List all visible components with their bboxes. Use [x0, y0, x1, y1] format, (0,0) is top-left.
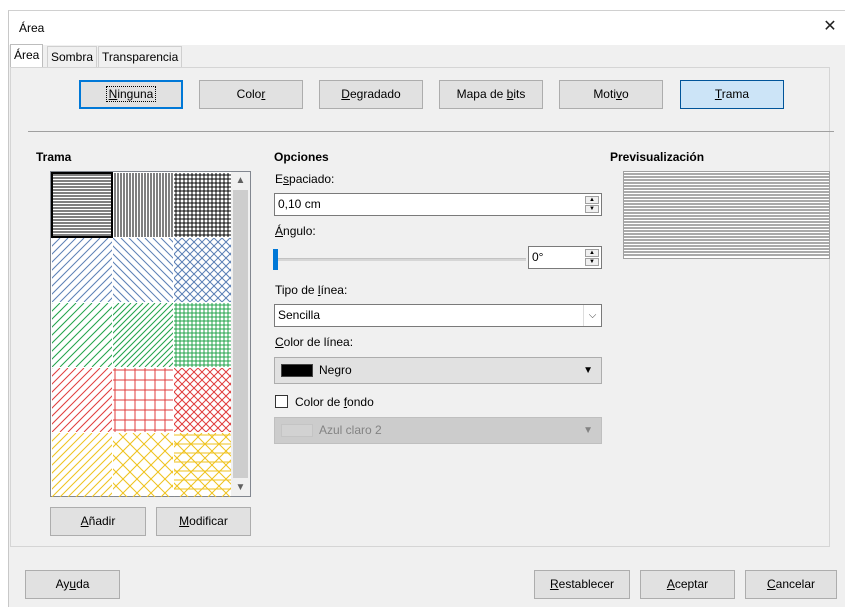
preview-hatch — [624, 173, 829, 256]
spacing-field[interactable]: 0,10 cm ▲ ▼ — [274, 193, 602, 216]
hatch-swatch — [52, 433, 112, 497]
angle-field[interactable]: 0° ▲ ▼ — [528, 246, 602, 269]
title-bar: Área ✕ — [9, 11, 845, 45]
angle-spinner[interactable]: ▲ ▼ — [585, 249, 599, 266]
hatch-swatch — [174, 303, 234, 367]
line-color-picker[interactable]: Negro ▼ — [274, 357, 602, 384]
hatch-swatch — [52, 238, 112, 302]
hatch-swatch — [52, 368, 112, 432]
hatch-pattern-item[interactable] — [174, 303, 234, 367]
scroll-up-icon[interactable]: ▲ — [231, 172, 250, 189]
hatch-pattern-item[interactable] — [52, 433, 112, 497]
fill-pattern-button[interactable]: Motivo — [559, 80, 663, 109]
spacing-spinner[interactable]: ▲ ▼ — [585, 196, 599, 213]
hatch-pattern-item[interactable] — [174, 368, 234, 432]
reset-button[interactable]: Restablecer — [534, 570, 630, 599]
hatch-swatch — [113, 238, 173, 302]
scroll-down-icon[interactable]: ▼ — [231, 479, 250, 496]
hatch-pattern-item[interactable] — [113, 303, 173, 367]
hatch-pattern-item[interactable] — [113, 173, 173, 237]
hatch-preview — [623, 171, 830, 259]
angle-slider-track[interactable] — [276, 258, 526, 261]
hatch-pattern-item[interactable] — [52, 303, 112, 367]
help-button[interactable]: Ayuda — [25, 570, 120, 599]
line-type-label: Tipo de línea: — [275, 283, 348, 297]
bg-color-checkbox[interactable] — [275, 395, 288, 408]
dropdown-arrow-icon: ▼ — [583, 365, 593, 376]
separator — [28, 131, 834, 132]
hatch-swatch — [174, 368, 234, 432]
hatch-pattern-item[interactable] — [52, 368, 112, 432]
hatch-pattern-item[interactable] — [51, 172, 113, 238]
tab-transparency[interactable]: Transparencia — [98, 46, 183, 68]
hatch-pattern-item[interactable] — [113, 238, 173, 302]
hatch-swatch — [114, 173, 173, 237]
line-color-label: Color de línea: — [275, 335, 354, 349]
fill-bitmap-button[interactable]: Mapa de bits — [439, 80, 543, 109]
ok-button[interactable]: Aceptar — [640, 570, 735, 599]
hatch-pattern-item[interactable] — [52, 238, 112, 302]
hatch-swatch — [174, 238, 234, 302]
fill-hatch-button[interactable]: Trama — [680, 80, 784, 109]
options-heading: Opciones — [274, 150, 329, 164]
hatch-pattern-item[interactable] — [113, 433, 173, 497]
fill-none-button[interactable]: Ninguna — [79, 80, 183, 109]
fill-color-button[interactable]: Color — [199, 80, 303, 109]
hatch-pattern-item[interactable] — [174, 238, 234, 302]
hatch-swatch — [113, 303, 173, 367]
hatch-swatch — [174, 173, 234, 237]
close-icon[interactable]: ✕ — [820, 17, 840, 37]
angle-slider-thumb[interactable] — [273, 249, 278, 270]
preview-heading: Previsualización — [610, 150, 705, 164]
bg-color-swatch — [281, 424, 313, 437]
add-button[interactable]: Añadir — [50, 507, 146, 536]
hatch-pattern-item[interactable] — [174, 433, 234, 497]
hatch-list-scrollbar[interactable]: ▲ ▼ — [231, 172, 250, 496]
dialog-title: Área — [19, 21, 45, 35]
hatch-swatch — [113, 433, 173, 497]
hatch-swatch — [174, 433, 234, 497]
fill-gradient-button[interactable]: Degradado — [319, 80, 423, 109]
tab-shadow[interactable]: Sombra — [47, 46, 98, 68]
hatch-swatch — [52, 174, 112, 236]
hatch-pattern-item[interactable] — [174, 173, 234, 237]
line-color-swatch — [281, 364, 313, 377]
bg-color-picker: Azul claro 2 ▼ — [274, 417, 602, 444]
spacing-label: Espaciado: — [275, 172, 335, 186]
bg-color-label: Color de fondo — [295, 395, 374, 409]
angle-label: Ángulo: — [275, 224, 316, 238]
line-type-select[interactable]: Sencilla ⌵ — [274, 304, 602, 327]
chevron-down-icon: ⌵ — [583, 305, 601, 326]
scroll-thumb[interactable] — [233, 190, 248, 478]
hatch-swatch — [52, 303, 112, 367]
hatch-heading: Trama — [36, 150, 72, 164]
hatch-swatch — [113, 368, 173, 432]
dropdown-arrow-icon: ▼ — [583, 425, 593, 436]
tab-area[interactable]: Área — [10, 44, 44, 69]
hatch-list[interactable] — [50, 171, 251, 497]
cancel-button[interactable]: Cancelar — [745, 570, 837, 599]
modify-button[interactable]: Modificar — [156, 507, 251, 536]
hatch-pattern-item[interactable] — [113, 368, 173, 432]
